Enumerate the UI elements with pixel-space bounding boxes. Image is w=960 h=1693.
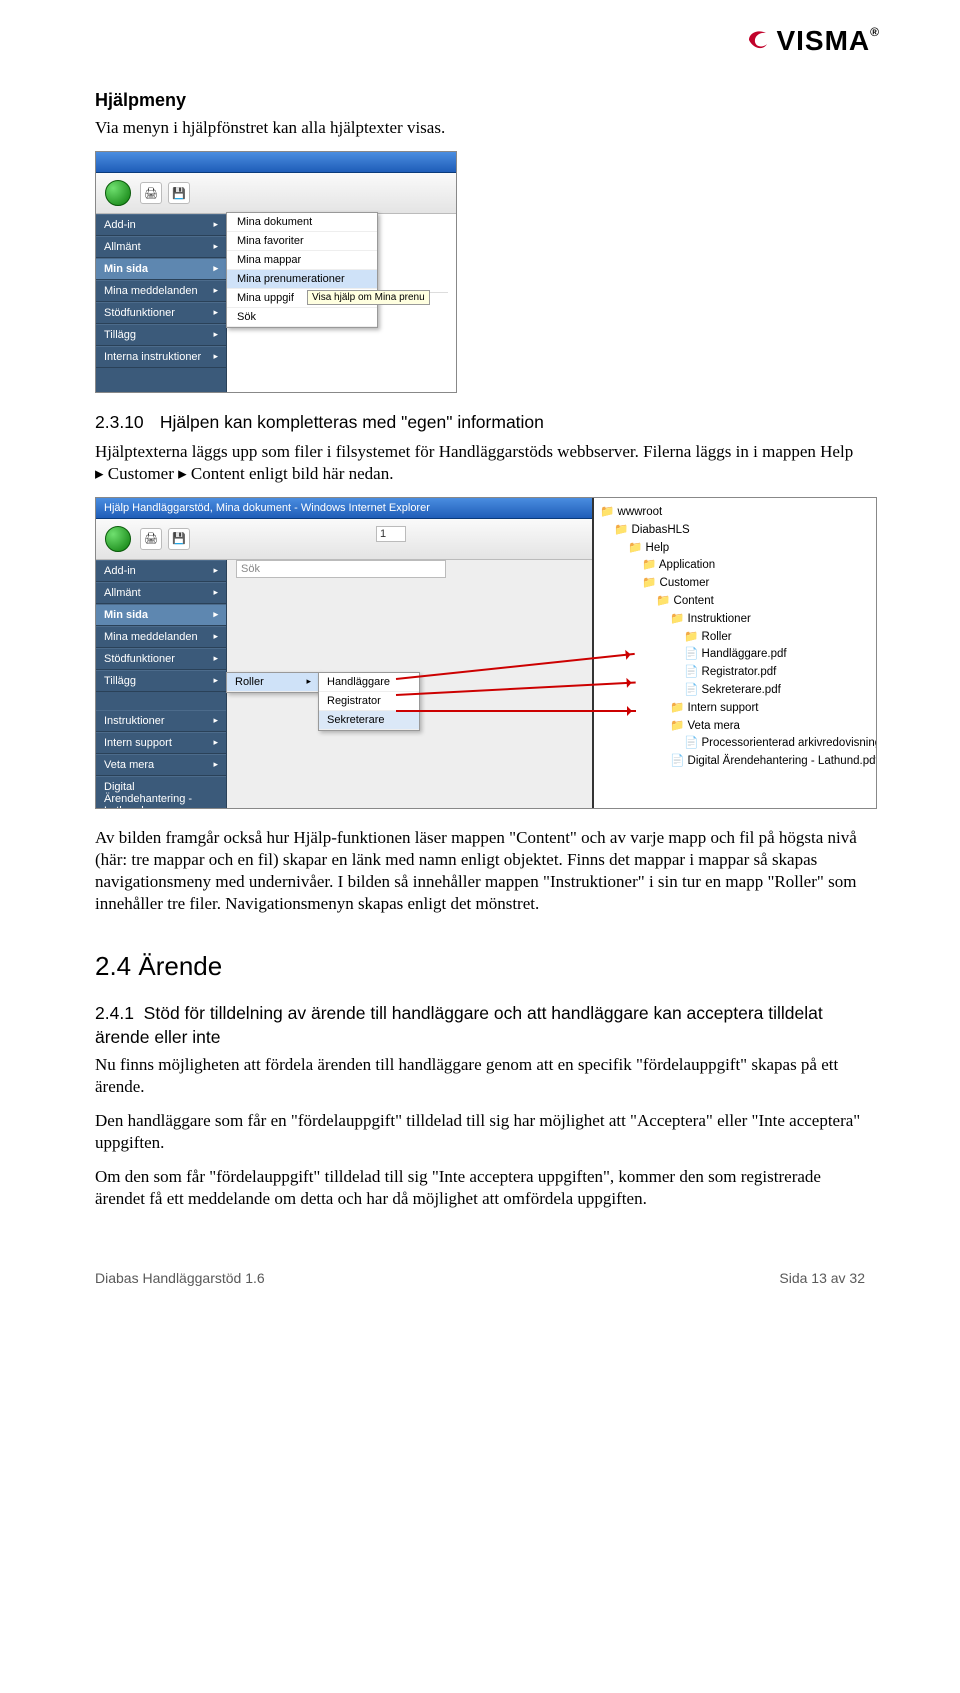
heading-2-3-10: 2.3.10 Hjälpen kan kompletteras med "ege…: [95, 411, 865, 435]
save-icon[interactable]: 💾: [168, 182, 190, 204]
heading-text: Stöd för tilldelning av ärende till hand…: [95, 1003, 823, 1047]
nav-item[interactable]: Min sida▸: [96, 604, 226, 626]
folder-node[interactable]: Content: [600, 593, 870, 611]
submenu-item[interactable]: Mina prenumerationer: [227, 270, 377, 289]
nav-item[interactable]: Veta mera▸: [96, 754, 226, 776]
nav-item[interactable]: Allmänt▸: [96, 236, 226, 258]
heading-hjalpmeny: Hjälpmeny: [95, 90, 865, 111]
nav-item[interactable]: Add-in▸: [96, 214, 226, 236]
nav-item[interactable]: Instruktioner▸: [96, 710, 226, 732]
logo-text: VISMA: [776, 25, 870, 56]
nav-item[interactable]: Interna instruktioner▸: [96, 346, 226, 368]
help-orb-icon[interactable]: [105, 180, 131, 206]
screenshot-help-menu: 🖨 💾 Add-in▸Allmänt▸Min sida▸Mina meddela…: [95, 151, 457, 393]
help-nav-panel: Add-in▸Allmänt▸Min sida▸Mina meddelanden…: [96, 214, 227, 393]
para-241a: Nu finns möjligheten att fördela ärenden…: [95, 1054, 865, 1098]
page-footer: Diabas Handläggarstöd 1.6 Sida 13 av 32: [95, 1270, 865, 1286]
tooltip: Visa hjälp om Mina prenu: [307, 290, 430, 305]
search-input[interactable]: Sök: [236, 560, 446, 578]
file-node[interactable]: Registrator.pdf: [600, 664, 870, 682]
help-submenu: Mina dokumentMina favoriterMina mapparMi…: [226, 212, 378, 328]
file-node[interactable]: Digital Ärendehantering - Lathund.pdf: [600, 753, 870, 771]
para-explain: Av bilden framgår också hur Hjälp-funkti…: [95, 827, 865, 915]
submenu-item[interactable]: Mina favoriter: [227, 232, 377, 251]
submenu-roller: Roller▸: [226, 672, 320, 693]
folder-node[interactable]: Veta mera: [600, 718, 870, 736]
submenu-roles-list: HandläggareRegistratorSekreterare: [318, 672, 420, 731]
brand-logo: VISMA®: [746, 25, 880, 59]
heading-2-4-1: 2.4.1 Stöd för tilldelning av ärende til…: [95, 1002, 865, 1049]
file-node[interactable]: Sekreterare.pdf: [600, 682, 870, 700]
nav-item[interactable]: Stödfunktioner▸: [96, 302, 226, 324]
screenshot-help-folders: Hjälp Handläggarstöd, Mina dokument - Wi…: [95, 497, 877, 809]
nav-item[interactable]: Intern support▸: [96, 732, 226, 754]
submenu-item[interactable]: Mina mappar: [227, 251, 377, 270]
save-icon[interactable]: 💾: [168, 528, 190, 550]
file-node[interactable]: Processorienterad arkivredovisning.pdf: [600, 735, 870, 753]
folder-node[interactable]: Customer: [600, 575, 870, 593]
print-icon[interactable]: 🖨: [140, 182, 162, 204]
submenu-item[interactable]: Sekreterare: [319, 711, 419, 730]
para-241c: Om den som får "fördelauppgift" tilldela…: [95, 1166, 865, 1210]
folder-node[interactable]: Instruktioner: [600, 611, 870, 629]
logo-swirl-icon: [746, 26, 772, 59]
arrow-icon: [396, 710, 636, 712]
nav-item[interactable]: Tillägg▸: [96, 670, 226, 692]
folder-node[interactable]: DiabasHLS: [600, 522, 870, 540]
submenu-item[interactable]: Mina uppgifVisa hjälp om Mina prenu: [227, 289, 377, 308]
heading-2-4: 2.4 Ärende: [95, 951, 865, 982]
folder-node[interactable]: Application: [600, 557, 870, 575]
heading-num: 2.4.1: [95, 1002, 134, 1026]
window-titlebar: [96, 152, 456, 173]
nav-item[interactable]: Tillägg▸: [96, 324, 226, 346]
folder-node[interactable]: Help: [600, 540, 870, 558]
nav-item[interactable]: Add-in▸: [96, 560, 226, 582]
footer-right: Sida 13 av 32: [779, 1270, 865, 1286]
nav-item[interactable]: Digital Ärendehantering - Lathund: [96, 776, 226, 809]
print-icon[interactable]: 🖨: [140, 528, 162, 550]
nav-item[interactable]: Allmänt▸: [96, 582, 226, 604]
para-241b: Den handläggare som får en "fördelauppgi…: [95, 1110, 865, 1154]
folder-node[interactable]: Intern support: [600, 700, 870, 718]
submenu-item[interactable]: Mina dokument: [227, 213, 377, 232]
submenu-item[interactable]: Handläggare: [319, 673, 419, 692]
toolbar: 🖨 💾: [96, 173, 456, 214]
nav-item[interactable]: Min sida▸: [96, 258, 226, 280]
page-number-field[interactable]: 1: [376, 526, 406, 542]
submenu-item[interactable]: Roller▸: [227, 673, 319, 692]
para-help-files: Hjälptexterna läggs upp som filer i fils…: [95, 441, 865, 485]
file-node[interactable]: Handläggare.pdf: [600, 646, 870, 664]
nav-item[interactable]: Mina meddelanden▸: [96, 280, 226, 302]
heading-text: Hjälpen kan kompletteras med "egen" info…: [160, 412, 544, 432]
folder-node[interactable]: wwwroot: [600, 504, 870, 522]
heading-num: 2.3.10: [95, 411, 155, 435]
submenu-item[interactable]: Sök: [227, 308, 377, 327]
help-nav-panel-2: Add-in▸Allmänt▸Min sida▸Mina meddelanden…: [96, 560, 227, 809]
nav-item[interactable]: Mina meddelanden▸: [96, 626, 226, 648]
nav-item[interactable]: Stödfunktioner▸: [96, 648, 226, 670]
para-intro: Via menyn i hjälpfönstret kan alla hjälp…: [95, 117, 865, 139]
footer-left: Diabas Handläggarstöd 1.6: [95, 1270, 265, 1286]
folder-node[interactable]: Roller: [600, 629, 870, 647]
help-orb-icon[interactable]: [105, 526, 131, 552]
